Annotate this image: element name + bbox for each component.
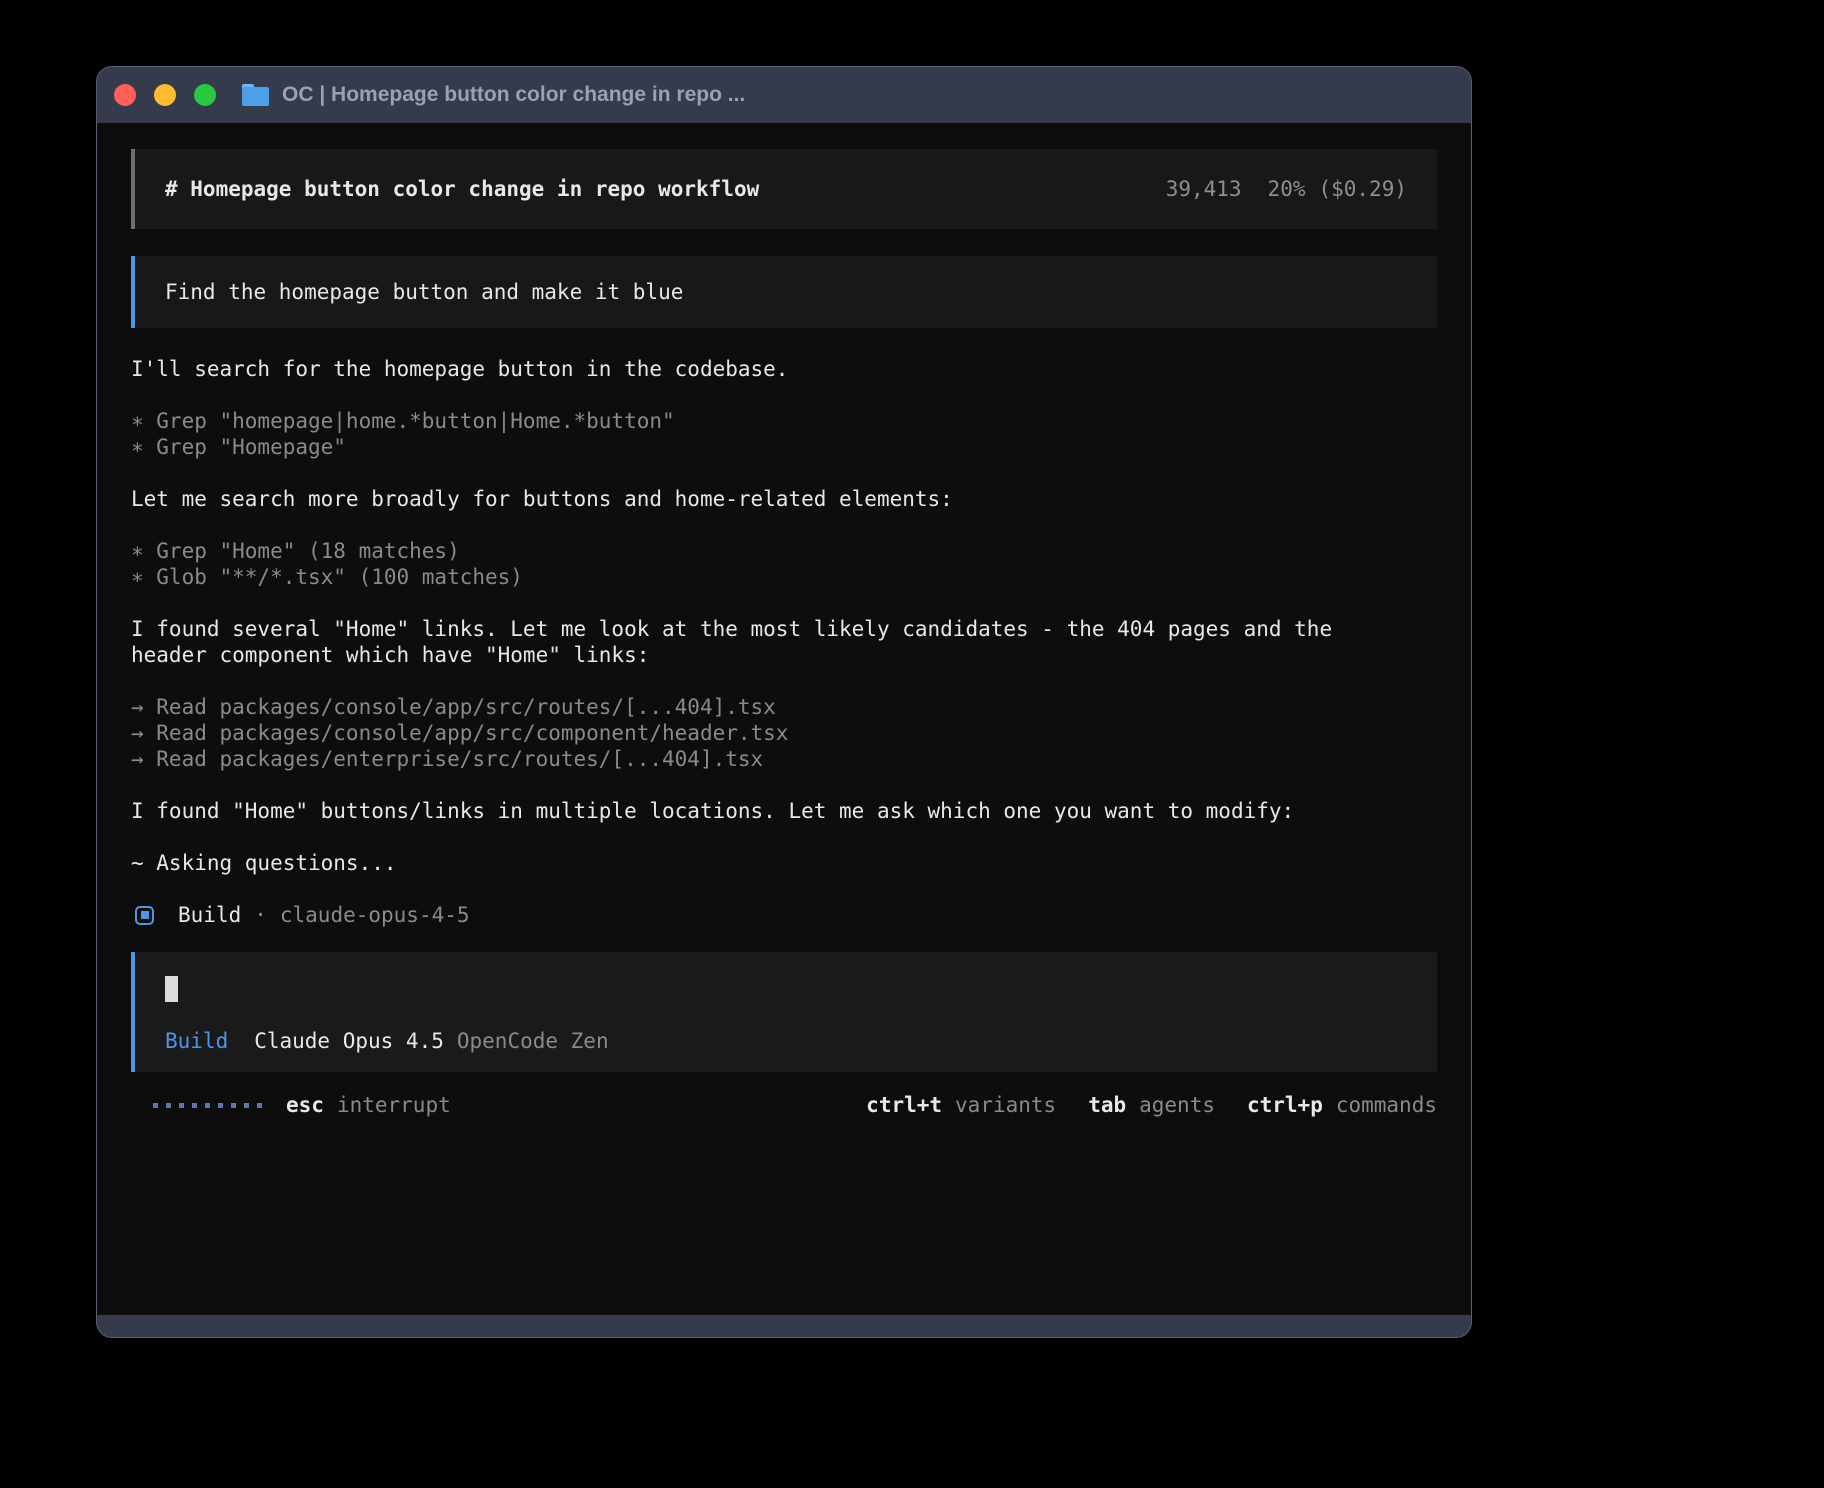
tool-call-read: → Read packages/console/app/src/componen… [131, 720, 1437, 746]
progress-dot [244, 1103, 249, 1108]
separator-dot: · [254, 902, 267, 928]
provider-indicator: OpenCode Zen [457, 1028, 609, 1054]
progress-dots [153, 1103, 262, 1108]
session-stats: 39,413 20% ($0.29) [1166, 176, 1407, 202]
maximize-window-button[interactable] [194, 84, 216, 106]
interrupt-label: interrupt [337, 1092, 451, 1118]
transcript-line: header component which have "Home" links… [131, 642, 1437, 668]
tool-call-grep: ∗ Grep "Home" (18 matches) [131, 538, 1437, 564]
shortcut-key: ctrl+p [1247, 1092, 1323, 1118]
build-agent-icon [135, 906, 154, 925]
terminal[interactable]: # Homepage button color change in repo w… [97, 123, 1471, 1315]
model-indicator[interactable]: Claude Opus 4.5 [254, 1028, 444, 1054]
progress-dot [192, 1103, 197, 1108]
session-cost: ($0.29) [1318, 176, 1407, 202]
mode-indicator[interactable]: Build [165, 1028, 228, 1054]
progress-dot [153, 1103, 158, 1108]
tool-calls: ∗ Grep "Home" (18 matches) ∗ Glob "**/*.… [131, 538, 1437, 590]
context-percent: 20% [1268, 176, 1306, 202]
prompt-input[interactable]: Build Claude Opus 4.5 OpenCode Zen [131, 952, 1437, 1072]
progress-dot [205, 1103, 210, 1108]
tool-call-grep: ∗ Grep "Homepage" [131, 434, 1437, 460]
shortcut-label: commands [1336, 1092, 1437, 1118]
close-window-button[interactable] [114, 84, 136, 106]
shortcut-key: ctrl+t [866, 1092, 942, 1118]
assistant-text: I found "Home" buttons/links in multiple… [131, 798, 1437, 824]
shortcut-label: agents [1139, 1092, 1215, 1118]
minimize-window-button[interactable] [154, 84, 176, 106]
transcript-line: I found "Home" buttons/links in multiple… [131, 798, 1437, 824]
progress-dot [166, 1103, 171, 1108]
transcript-line: I found several "Home" links. Let me loo… [131, 616, 1437, 642]
shortcut-key: tab [1088, 1092, 1126, 1118]
tool-call-grep: ∗ Grep "homepage|home.*button|Home.*butt… [131, 408, 1437, 434]
agent-name: Build [178, 902, 241, 928]
progress-dot [257, 1103, 262, 1108]
progress-dot [218, 1103, 223, 1108]
esc-key-hint: esc [286, 1092, 324, 1118]
tool-calls: → Read packages/console/app/src/routes/[… [131, 694, 1437, 772]
footer: esc interrupt ctrl+t variants tab agents… [131, 1092, 1437, 1118]
window-title: OC | Homepage button color change in rep… [282, 83, 745, 107]
user-message: Find the homepage button and make it blu… [131, 256, 1437, 328]
status-text: ~ Asking questions... [131, 850, 1437, 876]
progress-dot [231, 1103, 236, 1108]
traffic-lights [114, 84, 216, 106]
tool-calls: ∗ Grep "homepage|home.*button|Home.*butt… [131, 408, 1437, 460]
status-line: ~ Asking questions... [131, 850, 1437, 876]
shortcut-variants: ctrl+t variants [866, 1092, 1056, 1118]
text-cursor [165, 976, 178, 1002]
transcript-line: I'll search for the homepage button in t… [131, 356, 1437, 382]
folder-icon [242, 84, 269, 106]
assistant-text: I found several "Home" links. Let me loo… [131, 616, 1437, 668]
tool-call-read: → Read packages/console/app/src/routes/[… [131, 694, 1437, 720]
assistant-text: I'll search for the homepage button in t… [131, 356, 1437, 382]
input-line[interactable] [165, 976, 1407, 1002]
token-count: 39,413 [1166, 176, 1242, 202]
shortcut-label: variants [955, 1092, 1056, 1118]
input-statusline: Build Claude Opus 4.5 OpenCode Zen [165, 1028, 1407, 1054]
session-title: # Homepage button color change in repo w… [165, 176, 759, 202]
footer-shortcuts: ctrl+t variants tab agents ctrl+p comman… [866, 1092, 1437, 1118]
transcript-line: Let me search more broadly for buttons a… [131, 486, 1437, 512]
assistant-text: Let me search more broadly for buttons a… [131, 486, 1437, 512]
user-message-text: Find the homepage button and make it blu… [165, 280, 683, 304]
shortcut-agents: tab agents [1088, 1092, 1215, 1118]
shortcut-commands: ctrl+p commands [1247, 1092, 1437, 1118]
titlebar: OC | Homepage button color change in rep… [97, 67, 1471, 123]
app-window: OC | Homepage button color change in rep… [96, 66, 1472, 1338]
tool-call-read: → Read packages/enterprise/src/routes/[.… [131, 746, 1437, 772]
agent-status-row: Build · claude-opus-4-5 [131, 902, 1437, 928]
session-header: # Homepage button color change in repo w… [131, 149, 1437, 229]
window-bottom-chrome [97, 1315, 1471, 1337]
tool-call-glob: ∗ Glob "**/*.tsx" (100 matches) [131, 564, 1437, 590]
agent-model: claude-opus-4-5 [280, 902, 470, 928]
progress-dot [179, 1103, 184, 1108]
